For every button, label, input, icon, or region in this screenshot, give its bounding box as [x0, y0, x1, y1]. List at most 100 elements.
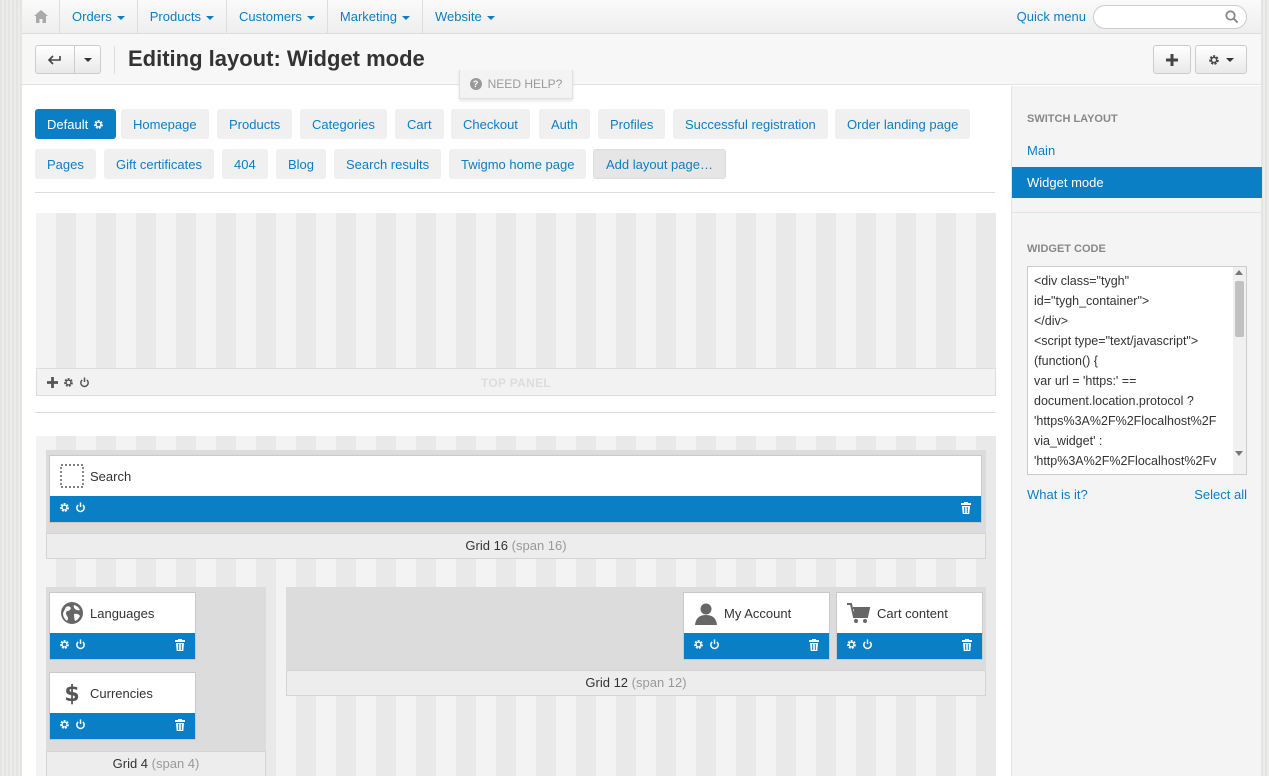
tab-products[interactable]: Products	[217, 109, 293, 139]
gear-icon[interactable]	[59, 502, 70, 513]
trash-icon[interactable]	[961, 502, 971, 514]
power-icon[interactable]	[709, 639, 720, 650]
sidebar-item-label: Main	[1027, 143, 1056, 158]
page-background-right	[1261, 0, 1269, 776]
widget-code-title: WIDGET CODE	[1027, 243, 1106, 255]
nav-website-label: Website	[434, 9, 482, 24]
block-languages[interactable]: Languages	[49, 592, 196, 660]
home-button[interactable]	[22, 0, 60, 34]
block-currencies[interactable]: $ Currencies	[49, 672, 196, 740]
chevron-down-icon	[401, 15, 410, 20]
nav-customers-label: Customers	[239, 9, 302, 24]
nav-products-label: Products	[149, 9, 202, 24]
gear-icon[interactable]	[59, 639, 70, 650]
grid-name: Grid 16	[465, 538, 509, 553]
grid-12[interactable]: My Account Cart content Grid 12 (span 12…	[286, 587, 986, 696]
content-container: Search Grid 16 (span 16) Languages $ Cur…	[36, 436, 996, 776]
block-title: Currencies	[90, 685, 153, 701]
nav-marketing[interactable]: Marketing	[328, 0, 423, 34]
grid-footer: Grid 16 (span 16)	[46, 533, 986, 559]
tab-cart[interactable]: Cart	[395, 109, 444, 139]
grid-16[interactable]: Search Grid 16 (span 16)	[46, 450, 986, 559]
scroll-down-icon[interactable]	[1235, 451, 1243, 456]
tab-profiles[interactable]: Profiles	[598, 109, 666, 139]
need-help-label: NEED HELP?	[487, 77, 563, 91]
power-icon[interactable]	[75, 719, 86, 730]
quick-menu-link[interactable]: Quick menu	[1017, 9, 1086, 24]
nav-orders[interactable]: Orders	[60, 0, 138, 34]
trash-icon[interactable]	[962, 639, 972, 651]
tab-default[interactable]: Default	[35, 109, 117, 139]
tab-gift-certificates[interactable]: Gift certificates	[104, 149, 214, 179]
tab-categories[interactable]: Categories	[300, 109, 387, 139]
tab-pages[interactable]: Pages	[35, 149, 96, 179]
widget-code-textarea[interactable]: <div class="tygh" id="tygh_container"> <…	[1027, 266, 1247, 475]
add-button[interactable]	[1153, 45, 1191, 74]
nav-website[interactable]: Website	[423, 0, 507, 34]
grid-footer: Grid 4 (span 4)	[46, 751, 266, 776]
block-my-account[interactable]: My Account	[683, 592, 830, 660]
search-box	[1093, 5, 1247, 29]
tab-label: Profiles	[610, 116, 654, 132]
power-icon[interactable]	[862, 639, 873, 650]
power-icon[interactable]	[75, 639, 86, 650]
power-icon[interactable]	[75, 502, 86, 513]
nav-customers[interactable]: Customers	[227, 0, 328, 34]
chevron-down-icon	[306, 15, 315, 20]
search-icon[interactable]	[1225, 10, 1239, 24]
gear-icon	[1209, 54, 1219, 65]
tab-successful-registration[interactable]: Successful registration	[673, 109, 828, 139]
trash-icon[interactable]	[175, 639, 185, 651]
cart-icon	[847, 601, 871, 625]
grid-4[interactable]: Languages $ Currencies Grid 4 (span 4)	[46, 587, 266, 776]
tab-homepage[interactable]: Homepage	[121, 109, 209, 139]
tab-search-results[interactable]: Search results	[334, 149, 442, 179]
divider	[1012, 212, 1262, 213]
tab-label: Order landing page	[847, 116, 959, 132]
block-toolbar	[50, 496, 981, 522]
gear-icon[interactable]	[93, 119, 104, 130]
tab-auth[interactable]: Auth	[539, 109, 590, 139]
gear-icon[interactable]	[693, 639, 704, 650]
page-background-left	[0, 0, 22, 776]
need-help-button[interactable]: ? NEED HELP?	[459, 70, 573, 99]
tab-blog[interactable]: Blog	[276, 149, 327, 179]
tab-checkout[interactable]: Checkout	[451, 109, 530, 139]
nav-products[interactable]: Products	[138, 0, 228, 34]
tab-404[interactable]: 404	[222, 149, 268, 179]
dollar-icon: $	[60, 681, 84, 705]
search-input[interactable]	[1104, 6, 1224, 28]
block-toolbar	[684, 633, 829, 659]
block-search[interactable]: Search	[49, 455, 982, 523]
grid-name: Grid 4	[112, 756, 149, 771]
block-cart-content[interactable]: Cart content	[836, 592, 983, 660]
gear-icon[interactable]	[846, 639, 857, 650]
back-dropdown-button[interactable]	[75, 45, 101, 74]
back-button[interactable]	[35, 45, 75, 74]
tab-order-landing-page[interactable]: Order landing page	[835, 109, 971, 139]
scroll-up-icon[interactable]	[1235, 270, 1243, 275]
back-button-group	[35, 45, 101, 74]
gear-icon[interactable]	[59, 719, 70, 730]
trash-icon[interactable]	[175, 719, 185, 731]
switch-layout-title: SWITCH LAYOUT	[1027, 113, 1118, 125]
header-divider	[114, 46, 115, 74]
sidebar-item-widget-mode[interactable]: Widget mode	[1012, 167, 1262, 198]
sidebar-item-main[interactable]: Main	[1012, 135, 1262, 166]
scrollbar[interactable]	[1233, 267, 1246, 474]
tab-label: Add layout page…	[606, 156, 713, 172]
tab-label: Default	[47, 116, 89, 132]
nav-orders-label: Orders	[72, 9, 112, 24]
settings-dropdown-button[interactable]	[1195, 45, 1247, 74]
top-navigation: Orders Products Customers Marketing Webs…	[22, 0, 1261, 34]
scroll-thumb[interactable]	[1235, 281, 1244, 337]
tab-label: Categories	[312, 116, 375, 132]
block-title: Search	[90, 468, 132, 484]
tab-twigmo-home-page[interactable]: Twigmo home page	[449, 149, 587, 179]
sidebar: SWITCH LAYOUT Main Widget mode WIDGET CO…	[1011, 86, 1262, 776]
add-layout-page-button[interactable]: Add layout page…	[593, 149, 726, 179]
select-all-link[interactable]: Select all	[1194, 487, 1247, 502]
trash-icon[interactable]	[809, 639, 819, 651]
what-is-it-link[interactable]: What is it?	[1027, 487, 1088, 502]
grid-span: (span 12)	[631, 675, 687, 690]
